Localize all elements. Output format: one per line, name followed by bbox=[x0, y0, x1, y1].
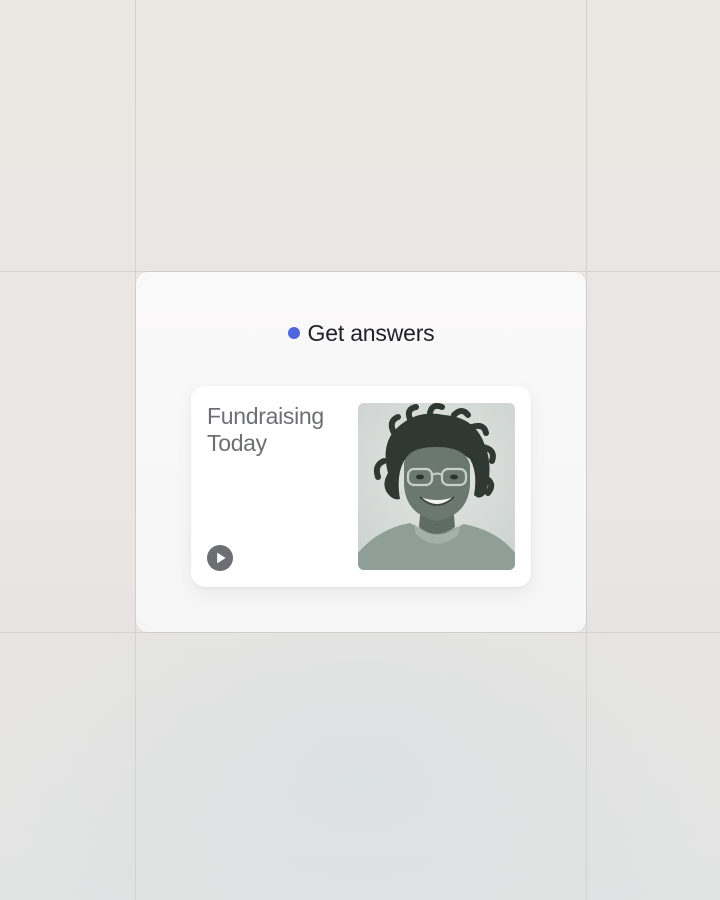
portrait-photo bbox=[358, 403, 515, 570]
play-button[interactable] bbox=[207, 545, 233, 571]
grid-line-horizontal-bottom bbox=[0, 632, 720, 633]
get-answers-panel: Get answers Fundraising Today bbox=[136, 272, 586, 632]
grid-line-vertical-right bbox=[586, 0, 587, 900]
portrait-image bbox=[358, 403, 515, 570]
play-icon bbox=[217, 552, 226, 564]
status-dot-icon bbox=[287, 327, 300, 339]
video-card[interactable]: Fundraising Today bbox=[191, 386, 531, 587]
panel-header: Get answers bbox=[136, 318, 586, 348]
video-title: Fundraising Today bbox=[207, 403, 324, 456]
panel-title: Get answers bbox=[307, 319, 435, 346]
